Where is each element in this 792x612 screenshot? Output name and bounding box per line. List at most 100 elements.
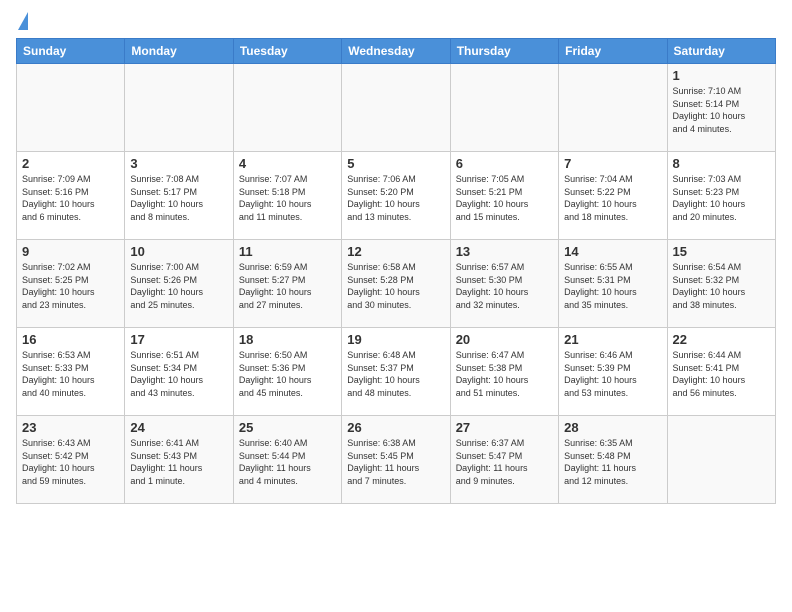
cell-info: Sunrise: 6:48 AM Sunset: 5:37 PM Dayligh… bbox=[347, 349, 444, 399]
calendar-cell: 13 Sunrise: 6:57 AM Sunset: 5:30 PM Dayli… bbox=[450, 240, 558, 328]
day-number: 9 bbox=[22, 244, 119, 259]
week-row: 2 Sunrise: 7:09 AM Sunset: 5:16 PM Daylig… bbox=[17, 152, 776, 240]
cell-info: Sunrise: 6:53 AM Sunset: 5:33 PM Dayligh… bbox=[22, 349, 119, 399]
cell-info: Sunrise: 6:37 AM Sunset: 5:47 PM Dayligh… bbox=[456, 437, 553, 487]
day-number: 1 bbox=[673, 68, 770, 83]
calendar-cell bbox=[667, 416, 775, 504]
calendar-cell: 23 Sunrise: 6:43 AM Sunset: 5:42 PM Dayli… bbox=[17, 416, 125, 504]
week-row: 16 Sunrise: 6:53 AM Sunset: 5:33 PM Dayli… bbox=[17, 328, 776, 416]
calendar-cell: 9 Sunrise: 7:02 AM Sunset: 5:25 PM Daylig… bbox=[17, 240, 125, 328]
day-number: 4 bbox=[239, 156, 336, 171]
calendar-cell: 4 Sunrise: 7:07 AM Sunset: 5:18 PM Daylig… bbox=[233, 152, 341, 240]
day-number: 16 bbox=[22, 332, 119, 347]
calendar-cell: 15 Sunrise: 6:54 AM Sunset: 5:32 PM Dayli… bbox=[667, 240, 775, 328]
calendar-cell bbox=[17, 64, 125, 152]
cell-info: Sunrise: 6:44 AM Sunset: 5:41 PM Dayligh… bbox=[673, 349, 770, 399]
day-number: 23 bbox=[22, 420, 119, 435]
day-number: 22 bbox=[673, 332, 770, 347]
calendar-cell: 2 Sunrise: 7:09 AM Sunset: 5:16 PM Daylig… bbox=[17, 152, 125, 240]
calendar-cell: 3 Sunrise: 7:08 AM Sunset: 5:17 PM Daylig… bbox=[125, 152, 233, 240]
calendar-cell bbox=[559, 64, 667, 152]
calendar-cell bbox=[342, 64, 450, 152]
header-day: Wednesday bbox=[342, 39, 450, 64]
calendar-cell: 10 Sunrise: 7:00 AM Sunset: 5:26 PM Dayli… bbox=[125, 240, 233, 328]
cell-info: Sunrise: 6:50 AM Sunset: 5:36 PM Dayligh… bbox=[239, 349, 336, 399]
cell-info: Sunrise: 7:00 AM Sunset: 5:26 PM Dayligh… bbox=[130, 261, 227, 311]
page-header bbox=[16, 16, 776, 30]
calendar-cell: 12 Sunrise: 6:58 AM Sunset: 5:28 PM Dayli… bbox=[342, 240, 450, 328]
calendar-cell bbox=[233, 64, 341, 152]
calendar-cell: 22 Sunrise: 6:44 AM Sunset: 5:41 PM Dayli… bbox=[667, 328, 775, 416]
cell-info: Sunrise: 7:10 AM Sunset: 5:14 PM Dayligh… bbox=[673, 85, 770, 135]
day-number: 7 bbox=[564, 156, 661, 171]
day-number: 28 bbox=[564, 420, 661, 435]
day-number: 2 bbox=[22, 156, 119, 171]
logo-triangle-icon bbox=[18, 12, 28, 30]
day-number: 12 bbox=[347, 244, 444, 259]
calendar-cell: 14 Sunrise: 6:55 AM Sunset: 5:31 PM Dayli… bbox=[559, 240, 667, 328]
header-day: Monday bbox=[125, 39, 233, 64]
calendar-cell: 18Sunrise: 6:50 AM Sunset: 5:36 PM Dayli… bbox=[233, 328, 341, 416]
calendar-cell: 16 Sunrise: 6:53 AM Sunset: 5:33 PM Dayli… bbox=[17, 328, 125, 416]
calendar-cell: 26 Sunrise: 6:38 AM Sunset: 5:45 PM Dayli… bbox=[342, 416, 450, 504]
day-number: 14 bbox=[564, 244, 661, 259]
cell-info: Sunrise: 6:41 AM Sunset: 5:43 PM Dayligh… bbox=[130, 437, 227, 487]
cell-info: Sunrise: 6:38 AM Sunset: 5:45 PM Dayligh… bbox=[347, 437, 444, 487]
calendar-cell: 27 Sunrise: 6:37 AM Sunset: 5:47 PM Dayli… bbox=[450, 416, 558, 504]
calendar-cell: 6 Sunrise: 7:05 AM Sunset: 5:21 PM Daylig… bbox=[450, 152, 558, 240]
cell-info: Sunrise: 7:04 AM Sunset: 5:22 PM Dayligh… bbox=[564, 173, 661, 223]
calendar-cell bbox=[450, 64, 558, 152]
cell-info: Sunrise: 6:46 AM Sunset: 5:39 PM Dayligh… bbox=[564, 349, 661, 399]
cell-info: Sunrise: 6:43 AM Sunset: 5:42 PM Dayligh… bbox=[22, 437, 119, 487]
cell-info: Sunrise: 6:47 AM Sunset: 5:38 PM Dayligh… bbox=[456, 349, 553, 399]
day-number: 8 bbox=[673, 156, 770, 171]
calendar-table: SundayMondayTuesdayWednesdayThursdayFrid… bbox=[16, 38, 776, 504]
calendar-cell: 21 Sunrise: 6:46 AM Sunset: 5:39 PM Dayli… bbox=[559, 328, 667, 416]
cell-info: Sunrise: 7:03 AM Sunset: 5:23 PM Dayligh… bbox=[673, 173, 770, 223]
day-number: 27 bbox=[456, 420, 553, 435]
day-number: 21 bbox=[564, 332, 661, 347]
week-row: 1 Sunrise: 7:10 AM Sunset: 5:14 PM Daylig… bbox=[17, 64, 776, 152]
cell-info: Sunrise: 6:55 AM Sunset: 5:31 PM Dayligh… bbox=[564, 261, 661, 311]
cell-info: Sunrise: 6:59 AM Sunset: 5:27 PM Dayligh… bbox=[239, 261, 336, 311]
cell-info: Sunrise: 7:06 AM Sunset: 5:20 PM Dayligh… bbox=[347, 173, 444, 223]
calendar-cell: 19 Sunrise: 6:48 AM Sunset: 5:37 PM Dayli… bbox=[342, 328, 450, 416]
week-row: 9 Sunrise: 7:02 AM Sunset: 5:25 PM Daylig… bbox=[17, 240, 776, 328]
calendar-cell: 20Sunrise: 6:47 AM Sunset: 5:38 PM Dayli… bbox=[450, 328, 558, 416]
header-row: SundayMondayTuesdayWednesdayThursdayFrid… bbox=[17, 39, 776, 64]
day-number: 24 bbox=[130, 420, 227, 435]
day-number: 25 bbox=[239, 420, 336, 435]
cell-info: Sunrise: 7:07 AM Sunset: 5:18 PM Dayligh… bbox=[239, 173, 336, 223]
day-number: 3 bbox=[130, 156, 227, 171]
cell-info: Sunrise: 6:40 AM Sunset: 5:44 PM Dayligh… bbox=[239, 437, 336, 487]
cell-info: Sunrise: 7:08 AM Sunset: 5:17 PM Dayligh… bbox=[130, 173, 227, 223]
cell-info: Sunrise: 6:54 AM Sunset: 5:32 PM Dayligh… bbox=[673, 261, 770, 311]
day-number: 13 bbox=[456, 244, 553, 259]
day-number: 17 bbox=[130, 332, 227, 347]
day-number: 19 bbox=[347, 332, 444, 347]
calendar-cell: 11 Sunrise: 6:59 AM Sunset: 5:27 PM Dayli… bbox=[233, 240, 341, 328]
day-number: 6 bbox=[456, 156, 553, 171]
header-day: Thursday bbox=[450, 39, 558, 64]
day-number: 11 bbox=[239, 244, 336, 259]
calendar-cell: 24 Sunrise: 6:41 AM Sunset: 5:43 PM Dayli… bbox=[125, 416, 233, 504]
day-number: 15 bbox=[673, 244, 770, 259]
day-number: 26 bbox=[347, 420, 444, 435]
calendar-cell: 8 Sunrise: 7:03 AM Sunset: 5:23 PM Daylig… bbox=[667, 152, 775, 240]
header-day: Saturday bbox=[667, 39, 775, 64]
calendar-cell: 5Sunrise: 7:06 AM Sunset: 5:20 PM Daylig… bbox=[342, 152, 450, 240]
calendar-cell: 1 Sunrise: 7:10 AM Sunset: 5:14 PM Daylig… bbox=[667, 64, 775, 152]
calendar-cell: 17 Sunrise: 6:51 AM Sunset: 5:34 PM Dayli… bbox=[125, 328, 233, 416]
calendar-cell: 28 Sunrise: 6:35 AM Sunset: 5:48 PM Dayli… bbox=[559, 416, 667, 504]
header-day: Tuesday bbox=[233, 39, 341, 64]
cell-info: Sunrise: 7:02 AM Sunset: 5:25 PM Dayligh… bbox=[22, 261, 119, 311]
header-day: Sunday bbox=[17, 39, 125, 64]
calendar-cell: 7 Sunrise: 7:04 AM Sunset: 5:22 PM Daylig… bbox=[559, 152, 667, 240]
cell-info: Sunrise: 6:51 AM Sunset: 5:34 PM Dayligh… bbox=[130, 349, 227, 399]
cell-info: Sunrise: 6:57 AM Sunset: 5:30 PM Dayligh… bbox=[456, 261, 553, 311]
cell-info: Sunrise: 6:35 AM Sunset: 5:48 PM Dayligh… bbox=[564, 437, 661, 487]
cell-info: Sunrise: 7:09 AM Sunset: 5:16 PM Dayligh… bbox=[22, 173, 119, 223]
cell-info: Sunrise: 7:05 AM Sunset: 5:21 PM Dayligh… bbox=[456, 173, 553, 223]
day-number: 10 bbox=[130, 244, 227, 259]
cell-info: Sunrise: 6:58 AM Sunset: 5:28 PM Dayligh… bbox=[347, 261, 444, 311]
